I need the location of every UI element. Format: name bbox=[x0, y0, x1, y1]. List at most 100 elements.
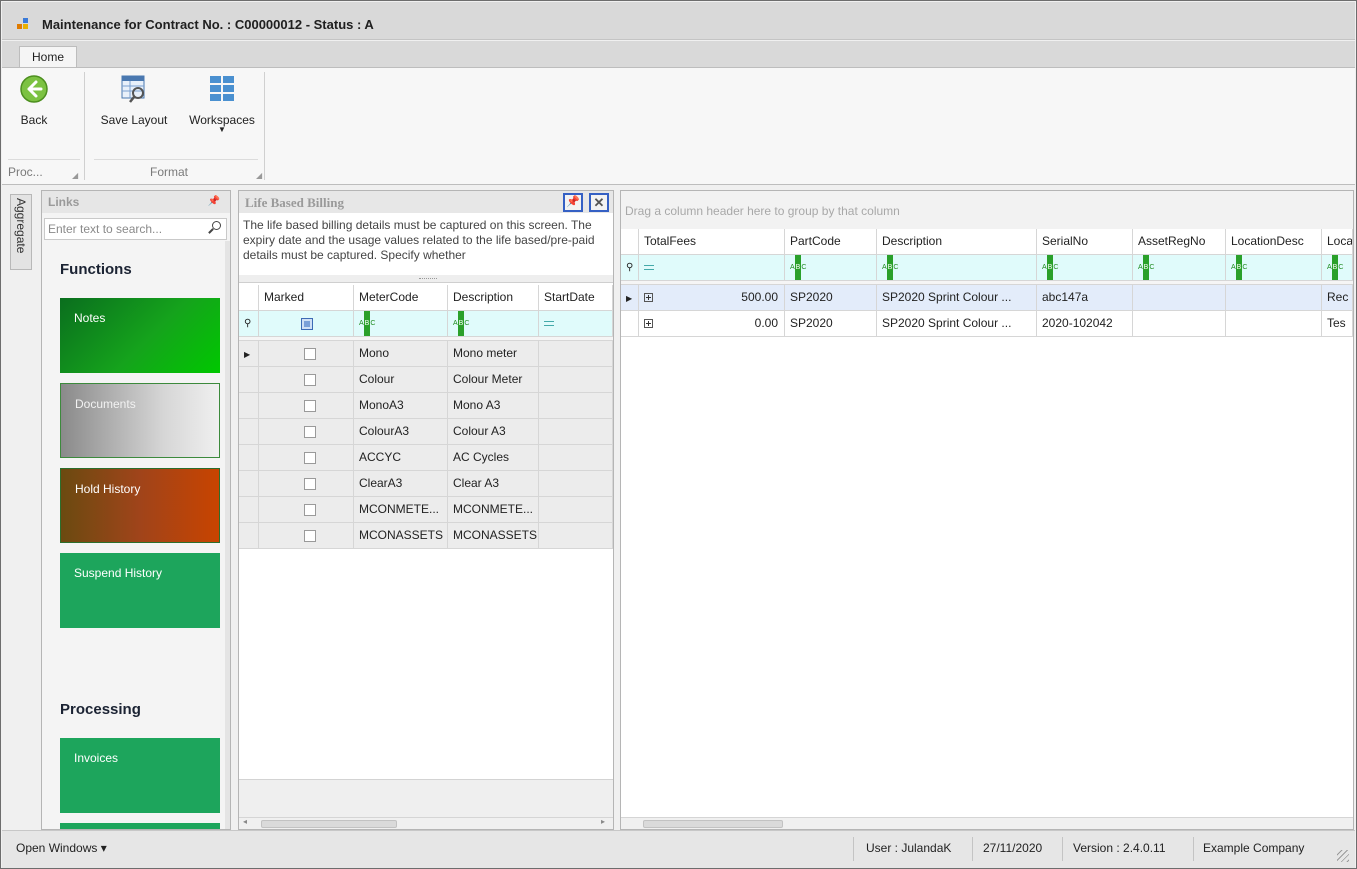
cell-startdate[interactable] bbox=[539, 341, 613, 367]
tile-hold-history[interactable]: Hold History bbox=[60, 468, 220, 543]
col-loca[interactable]: Loca bbox=[1322, 229, 1353, 255]
aggregate-side-tab[interactable]: Aggregate bbox=[10, 194, 32, 270]
scrollbar-thumb[interactable] bbox=[261, 820, 397, 828]
cell-startdate[interactable] bbox=[539, 497, 613, 523]
cell-description[interactable]: MCONMETE... bbox=[448, 497, 539, 523]
col-metercode[interactable]: MeterCode bbox=[354, 285, 448, 311]
pin-icon[interactable]: 📌 bbox=[208, 196, 220, 207]
filter-loca[interactable]: ABC bbox=[1322, 255, 1353, 281]
cell-loca[interactable]: Rec bbox=[1322, 285, 1353, 311]
cell-loca[interactable]: Tes bbox=[1322, 311, 1353, 337]
col-marked[interactable]: Marked bbox=[259, 285, 354, 311]
dialog-launcher-icon[interactable]: ◢ bbox=[72, 171, 78, 180]
cell-marked[interactable] bbox=[259, 523, 354, 549]
cell-metercode[interactable]: MCONASSETS bbox=[354, 523, 448, 549]
cell-description[interactable]: Mono A3 bbox=[448, 393, 539, 419]
cell-locationdesc[interactable] bbox=[1226, 311, 1322, 337]
filter-assetregno[interactable]: ABC bbox=[1133, 255, 1226, 281]
cell-startdate[interactable] bbox=[539, 445, 613, 471]
cell-marked[interactable] bbox=[259, 471, 354, 497]
cell-startdate[interactable] bbox=[539, 471, 613, 497]
tile-suspend-history[interactable]: Suspend History bbox=[60, 553, 220, 628]
cell-metercode[interactable]: ACCYC bbox=[354, 445, 448, 471]
cell-description[interactable]: Colour Meter bbox=[448, 367, 539, 393]
back-button[interactable]: Back bbox=[14, 74, 54, 127]
links-scrollbar[interactable] bbox=[225, 241, 230, 829]
cell-metercode[interactable]: Colour bbox=[354, 367, 448, 393]
cell-description[interactable]: Mono meter bbox=[448, 341, 539, 367]
cell-serialno[interactable]: 2020-102042 bbox=[1037, 311, 1133, 337]
cell-locationdesc[interactable] bbox=[1226, 285, 1322, 311]
marked-checkbox[interactable] bbox=[304, 478, 316, 490]
cell-partcode[interactable]: SP2020 bbox=[785, 311, 877, 337]
filter-totalfees[interactable] bbox=[639, 255, 785, 281]
col-locationdesc[interactable]: LocationDesc bbox=[1226, 229, 1322, 255]
cell-marked[interactable] bbox=[259, 367, 354, 393]
marked-checkbox[interactable] bbox=[304, 504, 316, 516]
search-icon[interactable] bbox=[212, 221, 221, 230]
cell-startdate[interactable] bbox=[539, 523, 613, 549]
splitter[interactable] bbox=[239, 275, 613, 283]
links-search-input[interactable]: Enter text to search... bbox=[44, 218, 227, 240]
cell-description[interactable]: SP2020 Sprint Colour ... bbox=[877, 285, 1037, 311]
filter-description[interactable]: ABC bbox=[448, 311, 539, 337]
tab-home[interactable]: Home bbox=[19, 46, 77, 68]
cell-description[interactable]: AC Cycles bbox=[448, 445, 539, 471]
filter-marked[interactable] bbox=[259, 311, 354, 337]
filter-partcode[interactable]: ABC bbox=[785, 255, 877, 281]
cell-startdate[interactable] bbox=[539, 393, 613, 419]
resize-grip-icon[interactable] bbox=[1337, 850, 1349, 862]
cell-metercode[interactable]: MCONMETE... bbox=[354, 497, 448, 523]
cell-marked[interactable] bbox=[259, 341, 354, 367]
col-partcode[interactable]: PartCode bbox=[785, 229, 877, 255]
cell-marked[interactable] bbox=[259, 497, 354, 523]
marked-checkbox[interactable] bbox=[304, 348, 316, 360]
cell-serialno[interactable]: abc147a bbox=[1037, 285, 1133, 311]
horizontal-scrollbar[interactable] bbox=[621, 817, 1353, 829]
cell-totalfees[interactable]: 0.00 bbox=[639, 311, 785, 337]
save-layout-button[interactable]: Save Layout bbox=[92, 74, 176, 127]
cell-partcode[interactable]: SP2020 bbox=[785, 285, 877, 311]
horizontal-scrollbar[interactable]: ◂ ▸ bbox=[239, 817, 613, 829]
filter-serialno[interactable]: ABC bbox=[1037, 255, 1133, 281]
marked-checkbox[interactable] bbox=[304, 400, 316, 412]
marked-checkbox[interactable] bbox=[304, 530, 316, 542]
expand-row-icon[interactable] bbox=[644, 293, 653, 303]
filter-checkbox[interactable] bbox=[301, 318, 313, 330]
col-assetregno[interactable]: AssetRegNo bbox=[1133, 229, 1226, 255]
dialog-launcher-icon[interactable]: ◢ bbox=[256, 171, 262, 180]
cell-startdate[interactable] bbox=[539, 367, 613, 393]
scroll-right-icon[interactable]: ▸ bbox=[601, 817, 605, 826]
marked-checkbox[interactable] bbox=[304, 374, 316, 386]
workspaces-button[interactable]: Workspaces ▼ bbox=[182, 74, 262, 134]
filter-startdate[interactable] bbox=[539, 311, 613, 337]
col-description[interactable]: Description bbox=[877, 229, 1037, 255]
filter-locationdesc[interactable]: ABC bbox=[1226, 255, 1322, 281]
cell-startdate[interactable] bbox=[539, 419, 613, 445]
cell-assetregno[interactable] bbox=[1133, 285, 1226, 311]
cell-totalfees[interactable]: 500.00 bbox=[639, 285, 785, 311]
cell-metercode[interactable]: ColourA3 bbox=[354, 419, 448, 445]
marked-checkbox[interactable] bbox=[304, 426, 316, 438]
tile-invoices[interactable]: Invoices bbox=[60, 738, 220, 813]
cell-assetregno[interactable] bbox=[1133, 311, 1226, 337]
group-by-panel[interactable]: Drag a column header here to group by th… bbox=[621, 191, 1353, 229]
expand-row-icon[interactable] bbox=[644, 319, 653, 329]
filter-metercode[interactable]: ABC bbox=[354, 311, 448, 337]
cell-marked[interactable] bbox=[259, 393, 354, 419]
cell-metercode[interactable]: ClearA3 bbox=[354, 471, 448, 497]
tile-notes[interactable]: Notes bbox=[60, 298, 220, 373]
cell-description[interactable]: SP2020 Sprint Colour ... bbox=[877, 311, 1037, 337]
cell-description[interactable]: MCONASSETS bbox=[448, 523, 539, 549]
cell-marked[interactable] bbox=[259, 419, 354, 445]
cell-metercode[interactable]: Mono bbox=[354, 341, 448, 367]
filter-description[interactable]: ABC bbox=[877, 255, 1037, 281]
close-icon[interactable]: ✕ bbox=[589, 193, 609, 212]
cell-description[interactable]: Clear A3 bbox=[448, 471, 539, 497]
cell-description[interactable]: Colour A3 bbox=[448, 419, 539, 445]
marked-checkbox[interactable] bbox=[304, 452, 316, 464]
tile-documents[interactable]: Documents bbox=[60, 383, 220, 458]
scrollbar-thumb[interactable] bbox=[643, 820, 783, 828]
open-windows-menu[interactable]: Open Windows ▾ bbox=[16, 841, 107, 855]
cell-marked[interactable] bbox=[259, 445, 354, 471]
